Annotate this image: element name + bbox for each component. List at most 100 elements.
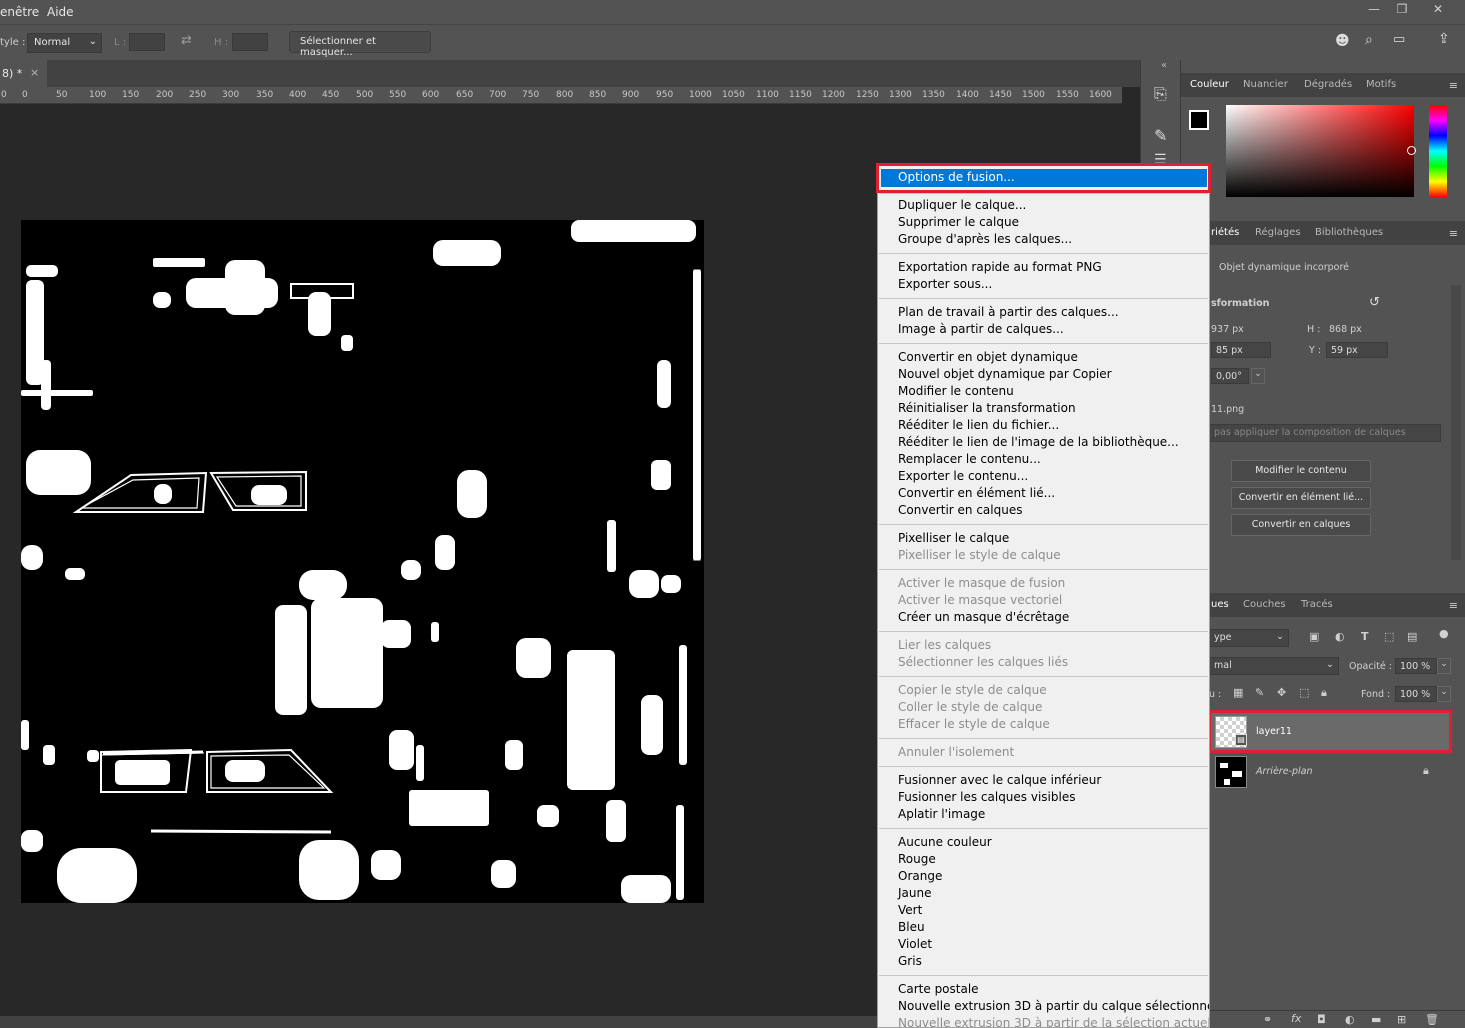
swap-icon[interactable]: ⇄ <box>181 33 192 48</box>
menu-item-group-from-layers[interactable]: Groupe d'après les calques... <box>898 232 1072 246</box>
user-add-icon[interactable]: ☻ <box>1335 33 1350 49</box>
layer-row[interactable]: Arrière-plan 🔒︎ <box>1209 754 1449 792</box>
menu-item-color-none[interactable]: Aucune couleur <box>898 835 992 849</box>
lock-position-icon[interactable]: ✥ <box>1277 686 1286 699</box>
filter-adjustment-icon[interactable]: ◐ <box>1335 630 1345 643</box>
close-tab-icon[interactable]: × <box>30 66 39 79</box>
search-icon[interactable]: ⌕ <box>1365 32 1373 48</box>
trash-icon[interactable]: 🗑︎ <box>1425 1013 1439 1026</box>
minimize-button[interactable]: — <box>1360 2 1388 20</box>
tab-nuancier[interactable]: Nuancier <box>1243 79 1288 90</box>
tab-bibliotheques[interactable]: Bibliothèques <box>1315 227 1383 238</box>
adjustment-layer-icon[interactable]: ◐ <box>1345 1013 1355 1026</box>
group-folder-icon[interactable]: ▬ <box>1371 1013 1381 1026</box>
menu-item-convert-to-layers[interactable]: Convertir en calques <box>898 503 1022 517</box>
color-picker-marker[interactable] <box>1407 146 1416 155</box>
color-field[interactable] <box>1226 105 1414 197</box>
menu-item-color-green[interactable]: Vert <box>898 903 922 917</box>
lock-pixels-icon[interactable]: ✎ <box>1255 686 1264 699</box>
menu-item-new-smart-object-via-copy[interactable]: Nouvel objet dynamique par Copier <box>898 367 1112 381</box>
menu-item-export-contents[interactable]: Exporter le contenu... <box>898 469 1028 483</box>
reset-transform-icon[interactable]: ↺ <box>1369 295 1380 310</box>
filter-smart-object-icon[interactable]: ▤ <box>1407 630 1417 643</box>
menu-fenetre[interactable]: enêtre <box>0 5 39 19</box>
menu-item-3d-extrusion-layer[interactable]: Nouvelle extrusion 3D à partir du calque… <box>898 999 1209 1013</box>
menu-item-color-blue[interactable]: Bleu <box>898 920 925 934</box>
tab-traces[interactable]: Tracés <box>1301 599 1333 610</box>
workspace-icon[interactable]: ▭ <box>1393 32 1405 47</box>
edit-contents-button[interactable]: Modifier le contenu <box>1231 460 1371 482</box>
restore-button[interactable]: ❐ <box>1388 2 1416 20</box>
link-layers-icon[interactable]: ⚭ <box>1263 1013 1272 1026</box>
chevron-down-icon[interactable]: ⌄ <box>1251 368 1265 384</box>
tab-motifs[interactable]: Motifs <box>1366 79 1396 90</box>
tab-calques[interactable]: ues <box>1211 599 1229 610</box>
menu-item-edit-contents[interactable]: Modifier le contenu <box>898 384 1014 398</box>
tab-reglages[interactable]: Réglages <box>1255 227 1301 238</box>
angle-input[interactable]: 0,00° <box>1211 368 1249 384</box>
filter-pixel-icon[interactable]: ▣ <box>1309 630 1319 643</box>
menu-item-color-yellow[interactable]: Jaune <box>898 886 932 900</box>
layer-comp-select[interactable]: pas appliquer la composition de calques <box>1209 424 1441 442</box>
menu-item-duplicate-layer[interactable]: Dupliquer le calque... <box>898 198 1026 212</box>
menu-item-artboard-from-layers[interactable]: Plan de travail à partir des calques... <box>898 305 1119 319</box>
panel-menu-icon[interactable]: ≡ <box>1449 227 1458 240</box>
convert-to-linked-button[interactable]: Convertir en élément lié... <box>1231 487 1371 509</box>
lock-transparency-icon[interactable]: ▦ <box>1233 686 1243 699</box>
new-layer-icon[interactable]: ⊞ <box>1397 1013 1406 1026</box>
foreground-swatch[interactable] <box>1189 110 1209 130</box>
blend-mode-select[interactable]: mal ⌄ <box>1209 657 1339 675</box>
tab-couches[interactable]: Couches <box>1243 599 1286 610</box>
y-input[interactable]: 59 px <box>1326 342 1388 358</box>
layer-row-selected[interactable]: ▤ layer11 <box>1209 712 1449 752</box>
chevron-down-icon[interactable]: ⌄ <box>1437 658 1451 674</box>
opacity-input[interactable]: 100 % <box>1395 658 1437 674</box>
document-tab[interactable]: 8) * × <box>0 60 47 87</box>
tab-proprietes[interactable]: riétés <box>1211 227 1239 238</box>
properties-scrollbar[interactable] <box>1451 285 1461 560</box>
panel-menu-icon[interactable]: ≡ <box>1449 599 1458 612</box>
menu-item-flatten-image[interactable]: Aplatir l'image <box>898 807 985 821</box>
close-window-button[interactable]: ✕ <box>1424 2 1452 20</box>
panel-menu-icon[interactable]: ≡ <box>1449 79 1458 92</box>
menu-item-reset-transform[interactable]: Réinitialiser la transformation <box>898 401 1076 415</box>
tab-degrades[interactable]: Dégradés <box>1304 79 1352 90</box>
menu-aide[interactable]: Aide <box>47 5 74 19</box>
menu-item-rasterize-layer[interactable]: Pixelliser le calque <box>898 531 1009 545</box>
width-input[interactable] <box>129 33 165 51</box>
filter-shape-icon[interactable]: ⬚ <box>1384 630 1394 643</box>
menu-item-create-clipping-mask[interactable]: Créer un masque d'écrêtage <box>898 610 1069 624</box>
fx-icon[interactable]: fx <box>1291 1012 1301 1025</box>
menu-item-relink-library[interactable]: Rééditer le lien de l'image de la biblio… <box>898 435 1179 449</box>
lock-artboard-icon[interactable]: ⬚ <box>1299 686 1309 699</box>
brush-settings-icon[interactable]: ✎ <box>1154 126 1167 145</box>
menu-item-color-orange[interactable]: Orange <box>898 869 942 883</box>
convert-to-layers-button[interactable]: Convertir en calques <box>1231 514 1371 536</box>
fill-input[interactable]: 100 % <box>1395 686 1437 702</box>
menu-item-delete-layer[interactable]: Supprimer le calque <box>898 215 1019 229</box>
style-select[interactable]: Normal ⌄ <box>27 33 102 53</box>
document-image[interactable] <box>21 220 704 903</box>
menu-item-replace-contents[interactable]: Remplacer le contenu... <box>898 452 1041 466</box>
height-input[interactable] <box>232 33 268 51</box>
collapse-arrows-icon[interactable]: « <box>1161 60 1167 71</box>
menu-item-color-gray[interactable]: Gris <box>898 954 922 968</box>
layer-name[interactable]: layer11 <box>1256 726 1292 737</box>
x-input[interactable]: 85 px <box>1211 342 1271 358</box>
menu-item-merge-down[interactable]: Fusionner avec le calque inférieur <box>898 773 1101 787</box>
tab-couleur[interactable]: Couleur <box>1190 79 1229 90</box>
add-mask-icon[interactable]: ◘ <box>1317 1013 1326 1026</box>
lock-all-icon[interactable]: 🔒︎ <box>1321 686 1327 700</box>
layer-filter-select[interactable]: ype ⌄ <box>1209 629 1289 647</box>
menu-item-blending-options[interactable]: Options de fusion... <box>898 170 1015 184</box>
filter-toggle-icon[interactable]: ● <box>1439 627 1449 640</box>
select-and-mask-button[interactable]: Sélectionner et masquer... <box>289 31 431 58</box>
menu-item-color-red[interactable]: Rouge <box>898 852 936 866</box>
menu-item-export-as[interactable]: Exporter sous... <box>898 277 992 291</box>
menu-item-color-violet[interactable]: Violet <box>898 937 932 951</box>
menu-item-postcard[interactable]: Carte postale <box>898 982 979 996</box>
filter-type-icon[interactable]: T <box>1361 630 1369 643</box>
menu-item-convert-smart-object[interactable]: Convertir en objet dynamique <box>898 350 1078 364</box>
hue-slider[interactable] <box>1429 105 1447 197</box>
menu-item-frame-from-layers[interactable]: Image à partir de calques... <box>898 322 1064 336</box>
